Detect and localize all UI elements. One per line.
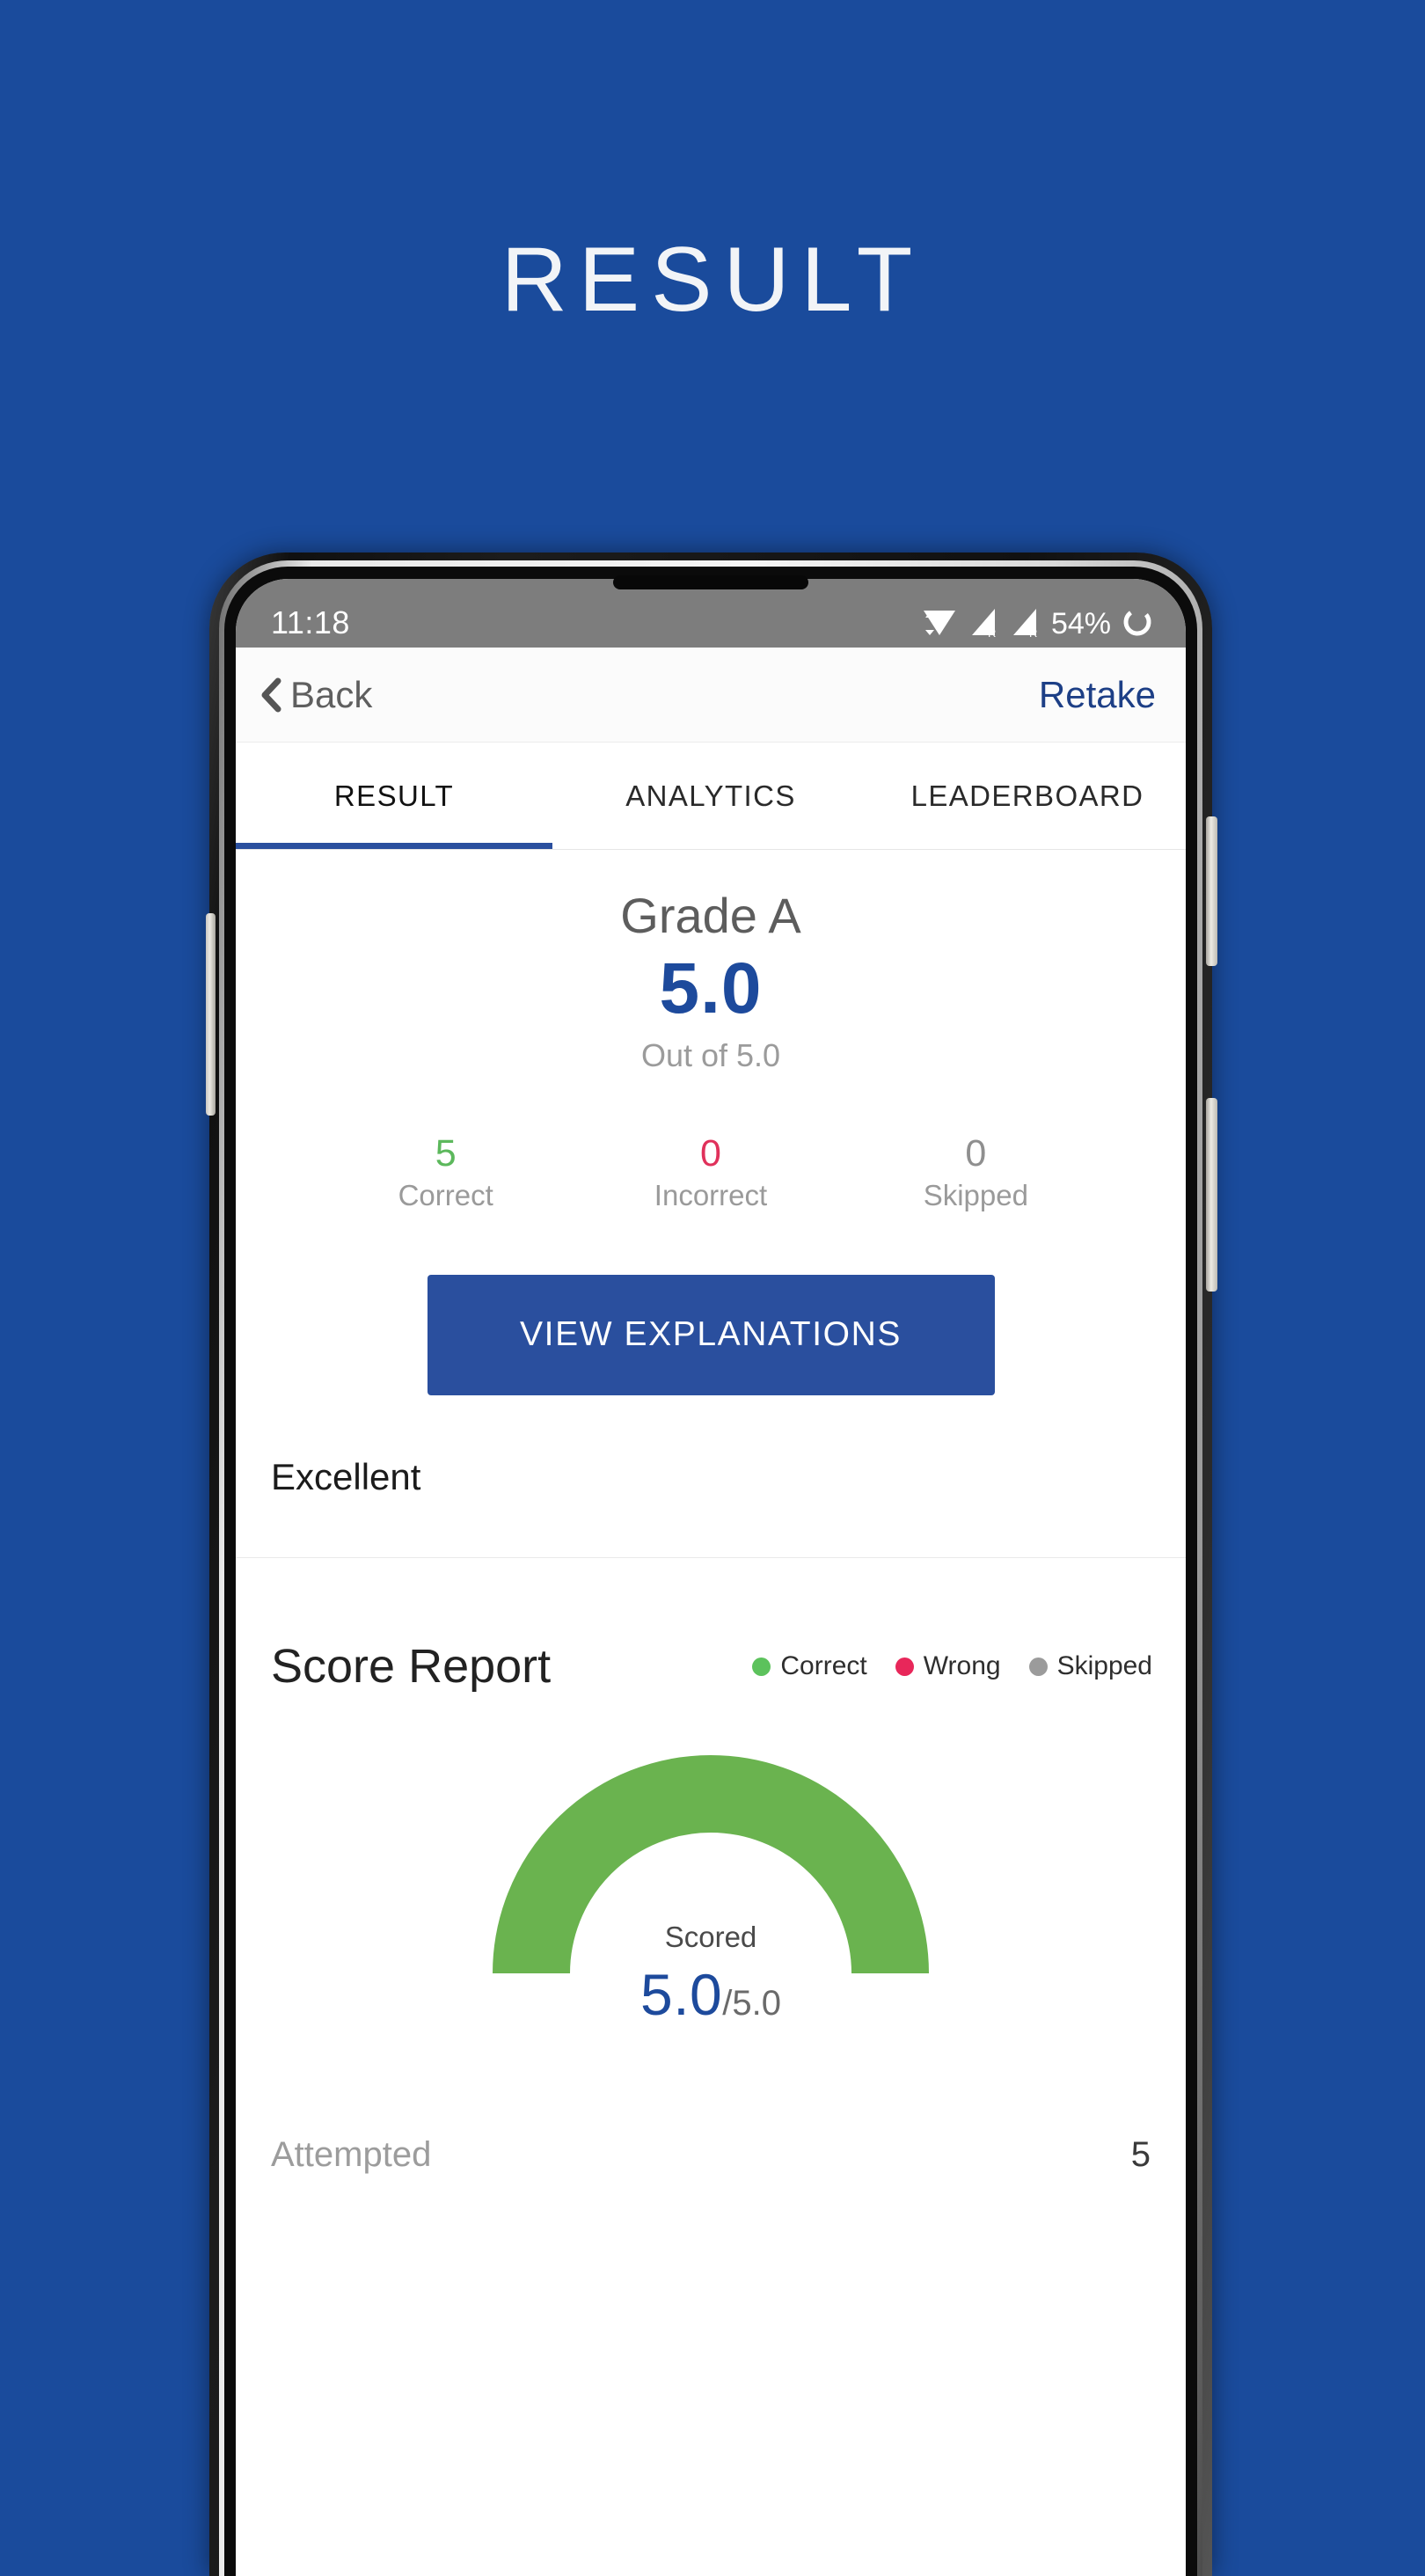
legend-item-skipped: Skipped (1028, 1651, 1152, 1681)
status-bar-icons: R R 54% (920, 604, 1154, 639)
table-row: Attempted 5 (271, 2105, 1151, 2204)
score-report-header: Score Report Correct Wrong Skipped (236, 1558, 1186, 1690)
stat-correct-label: Correct (398, 1178, 493, 1211)
stat-correct: 5 Correct (313, 1131, 578, 1214)
legend-label-correct: Correct (780, 1651, 867, 1681)
app-navigation-bar: Back Retake (236, 648, 1186, 743)
legend-dot-skipped-icon (1028, 1657, 1048, 1676)
grade-label: Grade A (620, 888, 801, 943)
stat-incorrect-value: 0 (700, 1132, 721, 1175)
stat-skipped-value: 0 (965, 1132, 987, 1175)
score-report-rows: Attempted 5 (236, 2105, 1186, 2204)
tab-bar: RESULT ANALYTICS LEADERBOARD (236, 743, 1186, 850)
stat-incorrect: 0 Incorrect (578, 1131, 843, 1214)
battery-circle-icon (1121, 604, 1154, 639)
earpiece-speaker-icon (613, 575, 808, 589)
score-gauge: Scored 5.0/5.0 (236, 1753, 1186, 2105)
score-report-title: Score Report (271, 1640, 552, 1694)
stats-row: 5 Correct 0 Incorrect 0 Skipped (236, 1131, 1186, 1214)
legend-label-wrong: Wrong (923, 1651, 1001, 1681)
chevron-left-icon (259, 676, 285, 714)
power-button[interactable] (1206, 816, 1217, 966)
stat-correct-value: 5 (435, 1132, 457, 1175)
row-value-attempted: 5 (1130, 2134, 1151, 2174)
volume-button-left[interactable] (206, 913, 216, 1116)
gauge-scored-label: Scored (664, 1921, 757, 1954)
page-title: RESULT (501, 229, 924, 331)
tab-leaderboard[interactable]: LEADERBOARD (869, 743, 1186, 849)
stat-skipped-label: Skipped (923, 1178, 1028, 1211)
score-report-legend: Correct Wrong Skipped (752, 1651, 1152, 1681)
tab-result[interactable]: RESULT (236, 743, 552, 849)
signal-roaming-icon-2: R (1010, 604, 1041, 639)
gauge-value-denominator: /5.0 (722, 1984, 781, 2023)
view-explanations-button[interactable]: VIEW EXPLANATIONS (427, 1274, 995, 1395)
stat-incorrect-label: Incorrect (654, 1178, 768, 1211)
status-bar-clock: 11:18 (271, 604, 350, 640)
svg-text:R: R (1029, 626, 1037, 639)
score-out-of-label: Out of 5.0 (640, 1036, 781, 1073)
svg-text:R: R (988, 626, 996, 639)
stat-skipped: 0 Skipped (844, 1131, 1108, 1214)
back-button[interactable]: Back (259, 674, 372, 716)
legend-dot-correct-icon (752, 1657, 771, 1676)
battery-percent-label: 54% (1050, 607, 1111, 640)
signal-roaming-icon: R (968, 604, 1000, 639)
view-explanations-container: VIEW EXPLANATIONS (236, 1274, 1186, 1395)
legend-item-correct: Correct (752, 1651, 867, 1681)
legend-dot-wrong-icon (895, 1657, 914, 1676)
row-label-attempted: Attempted (271, 2134, 432, 2174)
score-value: 5.0 (659, 948, 763, 1028)
legend-label-skipped: Skipped (1056, 1651, 1152, 1681)
tab-active-indicator (236, 843, 552, 849)
score-gauge-center-text: Scored 5.0/5.0 (236, 1919, 1186, 2023)
legend-item-wrong: Wrong (895, 1651, 1001, 1681)
wifi-icon (920, 604, 959, 639)
result-content: Grade A 5.0 Out of 5.0 5 Correct 0 Incor… (236, 850, 1186, 2205)
phone-screen: 11:18 R R 54% Back Retake RESULT ANALYTI… (236, 579, 1186, 2576)
tab-analytics[interactable]: ANALYTICS (552, 743, 869, 849)
phone-mockup: 11:18 R R 54% Back Retake RESULT ANALYTI… (206, 553, 1217, 2576)
volume-button-right[interactable] (1206, 1098, 1217, 1292)
back-button-label: Back (290, 673, 373, 715)
retake-button[interactable]: Retake (1039, 674, 1156, 716)
gauge-value-number: 5.0 (640, 1962, 723, 2028)
gauge-value-group: 5.0/5.0 (236, 1965, 1186, 2023)
result-remark: Excellent (271, 1455, 421, 1497)
